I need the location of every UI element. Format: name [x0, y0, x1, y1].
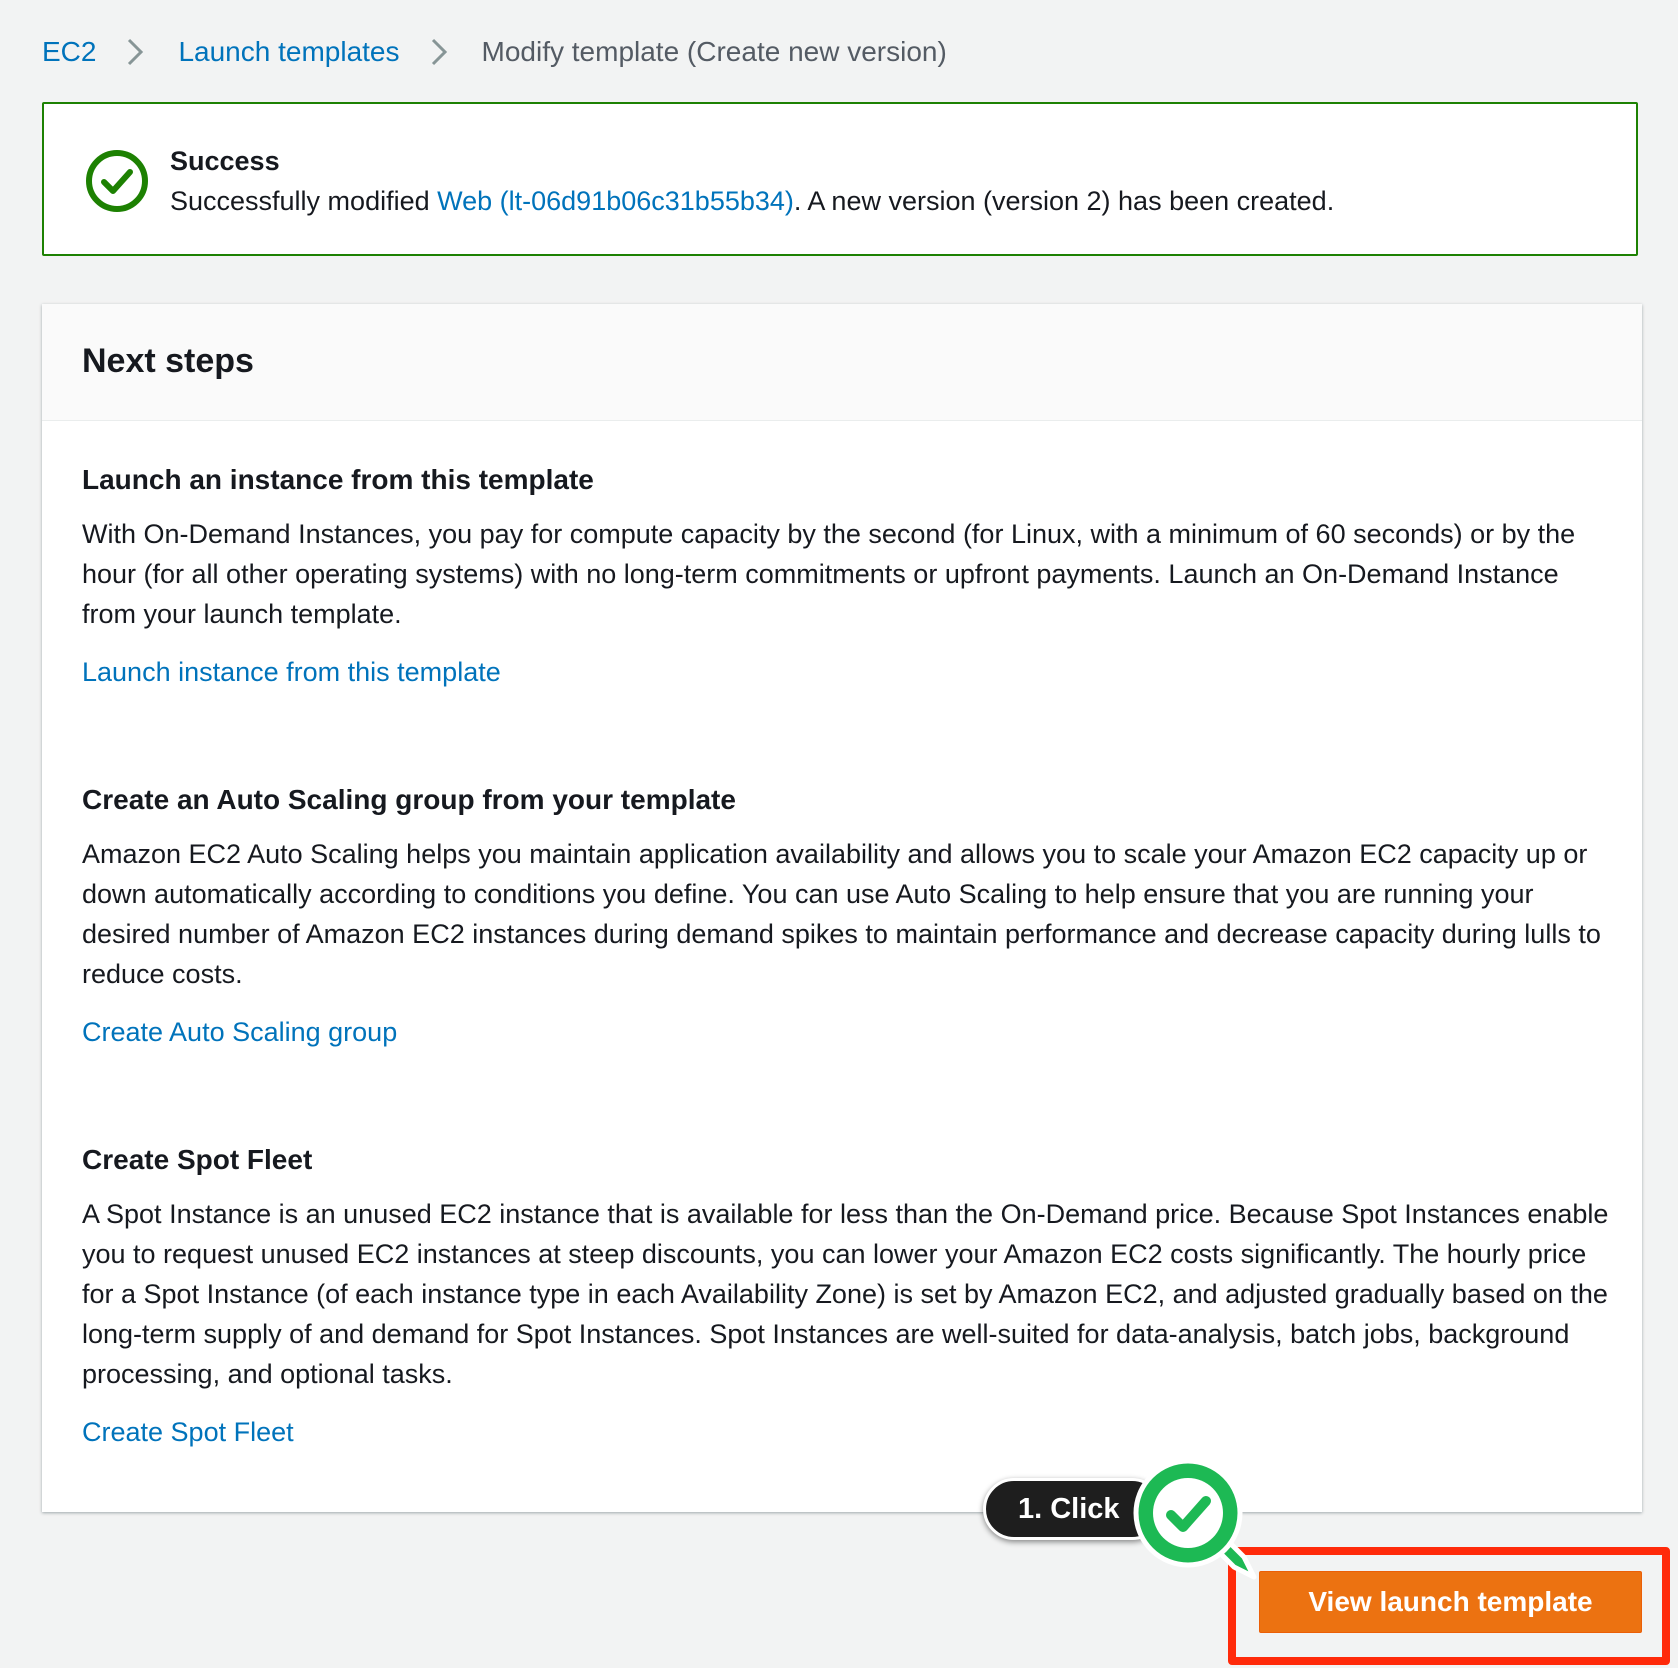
- chevron-right-icon: [424, 37, 454, 67]
- section-heading: Create Spot Fleet: [82, 1144, 313, 1175]
- flash-message: Successfully modified Web (lt-06d91b06c3…: [170, 186, 1334, 217]
- success-flashbar: Success Successfully modified Web (lt-06…: [42, 102, 1638, 256]
- view-launch-template-button[interactable]: View launch template: [1259, 1571, 1642, 1633]
- panel-title: Next steps: [82, 342, 254, 380]
- launch-instance-link[interactable]: Launch instance from this template: [82, 652, 501, 692]
- breadcrumb-current: Modify template (Create new version): [481, 36, 947, 67]
- next-steps-panel: Next steps Launch an instance from this …: [42, 304, 1642, 1512]
- breadcrumb: EC2 Launch templates Modify template (Cr…: [42, 32, 947, 72]
- section-launch-instance: Launch an instance from this template Wi…: [82, 460, 1612, 692]
- breadcrumb-ec2[interactable]: EC2: [42, 36, 96, 68]
- section-heading: Create an Auto Scaling group from your t…: [82, 784, 736, 815]
- flash-message-suffix: . A new version (version 2) has been cre…: [793, 186, 1335, 216]
- create-auto-scaling-group-link[interactable]: Create Auto Scaling group: [82, 1012, 397, 1052]
- section-auto-scaling: Create an Auto Scaling group from your t…: [82, 780, 1612, 1052]
- flash-message-prefix: Successfully modified: [170, 186, 438, 216]
- section-body: A Spot Instance is an unused EC2 instanc…: [82, 1199, 1609, 1389]
- breadcrumb-launch-templates[interactable]: Launch templates: [178, 36, 399, 68]
- magnifier-check-icon: [1130, 1455, 1280, 1605]
- template-link[interactable]: Web (lt-06d91b06c31b55b34): [437, 186, 794, 216]
- flash-title: Success: [170, 146, 280, 176]
- create-spot-fleet-link[interactable]: Create Spot Fleet: [82, 1412, 294, 1452]
- section-body: Amazon EC2 Auto Scaling helps you mainta…: [82, 839, 1601, 989]
- panel-header: Next steps: [42, 304, 1642, 421]
- chevron-right-icon: [120, 37, 150, 67]
- section-heading: Launch an instance from this template: [82, 464, 594, 495]
- section-body: With On-Demand Instances, you pay for co…: [82, 519, 1576, 629]
- success-check-circle-icon: [84, 148, 150, 214]
- section-spot-fleet: Create Spot Fleet A Spot Instance is an …: [82, 1140, 1612, 1452]
